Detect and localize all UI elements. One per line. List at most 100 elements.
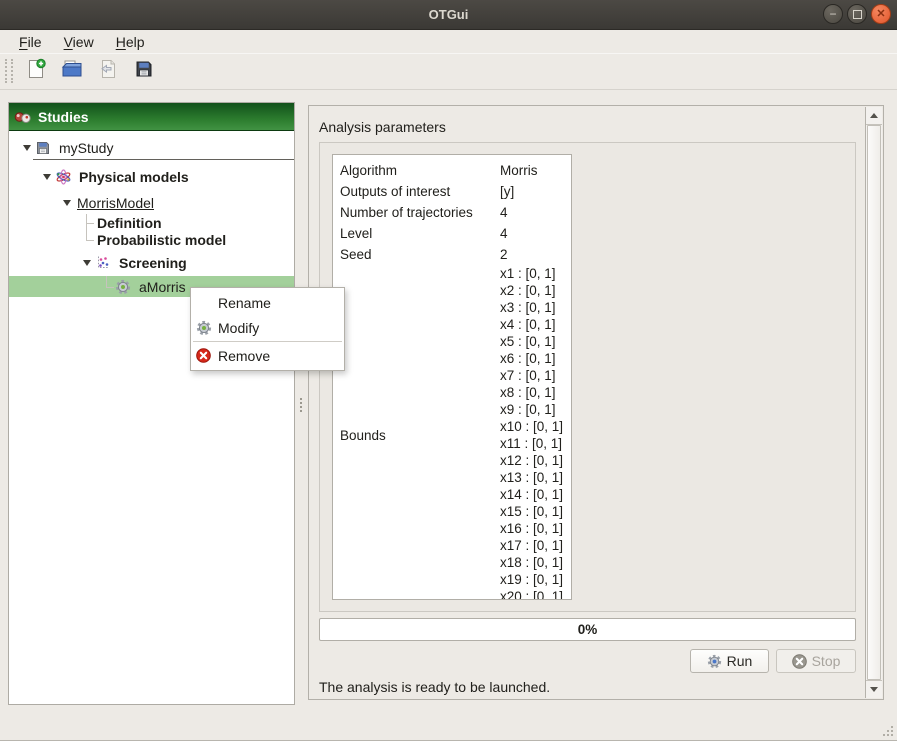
vertical-scrollbar[interactable] (865, 107, 882, 698)
branch-line (79, 231, 95, 248)
tree-item-label: Probabilistic model (95, 232, 226, 248)
context-menu-item-label: Rename (218, 295, 271, 311)
parameter-value: [y] (500, 184, 514, 199)
scrollbar-thumb[interactable] (867, 125, 881, 680)
splitter-handle-icon (300, 398, 302, 414)
branch-line (79, 214, 95, 231)
toolbar-drag-handle[interactable] (5, 59, 13, 83)
tree-item-label: Screening (117, 255, 187, 271)
bound-value: x12 : [0, 1] (500, 452, 563, 469)
bound-value: x9 : [0, 1] (500, 401, 563, 418)
tree-item-label: Definition (95, 215, 162, 231)
menubar: FileViewHelp (0, 30, 897, 53)
status-message: The analysis is ready to be launched. (319, 679, 550, 695)
parameters-table: AlgorithmMorrisOutputs of interest[y]Num… (332, 154, 572, 600)
tree-item-probabilistic-model[interactable]: Probabilistic model (9, 231, 294, 248)
branch-line (99, 276, 115, 297)
expander-icon[interactable] (19, 136, 35, 160)
progress-bar: 0% (319, 618, 856, 641)
save-study-button[interactable] (129, 56, 159, 86)
bound-value: x2 : [0, 1] (500, 282, 563, 299)
tree-item-mystudy[interactable]: myStudy (9, 136, 294, 160)
remove-icon (196, 348, 218, 363)
studies-panel: Studies myStudy Physical models MorrisMode… (8, 102, 295, 705)
tree-item-physical-models[interactable]: Physical models (9, 166, 294, 188)
expander-icon[interactable] (39, 166, 55, 188)
scroll-up-button[interactable] (866, 107, 882, 125)
parameter-row: Seed2 (333, 244, 571, 265)
tree-item-label: aMorris (137, 279, 186, 295)
parameter-row: Number of trajectories4 (333, 202, 571, 223)
maximize-button[interactable] (847, 4, 867, 24)
context-menu: Rename Modify Remove (190, 287, 345, 371)
bound-value: x16 : [0, 1] (500, 520, 563, 537)
run-button[interactable]: Run (690, 649, 769, 673)
expander-icon[interactable] (59, 192, 75, 214)
run-button-label: Run (727, 653, 753, 669)
studies-header-label: Studies (38, 109, 89, 125)
parameter-label: Level (340, 226, 500, 241)
menu-separator (193, 341, 342, 342)
maximize-icon (853, 10, 862, 19)
otgui-window: OTGui − ✕ FileViewHelp Studies myStudy Ph… (0, 0, 897, 741)
run-gear-icon (707, 654, 722, 669)
minimize-button[interactable]: − (823, 4, 843, 24)
parameter-row: Outputs of interest[y] (333, 181, 571, 202)
bound-value: x13 : [0, 1] (500, 469, 563, 486)
tree-item-label: myStudy (57, 140, 113, 156)
stop-button[interactable]: Stop (776, 649, 856, 673)
open-study-button[interactable] (57, 56, 87, 86)
titlebar[interactable]: OTGui − ✕ (0, 0, 897, 30)
context-menu-remove[interactable]: Remove (191, 343, 344, 368)
menu-help[interactable]: Help (105, 32, 156, 52)
studies-tree: myStudy Physical models MorrisModelDefinit… (9, 136, 294, 297)
scroll-down-button[interactable] (866, 680, 882, 698)
parameter-row: AlgorithmMorris (333, 160, 571, 181)
studies-icon (14, 109, 32, 125)
context-menu-rename[interactable]: Rename (191, 290, 344, 315)
bound-value: x4 : [0, 1] (500, 316, 563, 333)
parameter-row: Level4 (333, 223, 571, 244)
window-title: OTGui (429, 7, 469, 22)
close-button[interactable]: ✕ (871, 4, 891, 24)
open-study-icon (60, 58, 84, 85)
scatter-icon (95, 255, 113, 271)
new-study-button[interactable] (21, 56, 51, 86)
bound-value: x1 : [0, 1] (500, 265, 563, 282)
tree-item-label: Physical models (77, 169, 189, 185)
bounds-values: x1 : [0, 1]x2 : [0, 1]x3 : [0, 1]x4 : [0… (500, 265, 563, 600)
stop-icon (792, 654, 807, 669)
menu-view[interactable]: View (53, 32, 105, 52)
menu-file[interactable]: File (8, 32, 53, 52)
tree-item-definition[interactable]: Definition (9, 214, 294, 231)
bounds-row: Bounds x1 : [0, 1]x2 : [0, 1]x3 : [0, 1]… (333, 265, 571, 600)
stop-button-label: Stop (812, 653, 841, 669)
bound-value: x18 : [0, 1] (500, 554, 563, 571)
window-controls: − ✕ (823, 4, 891, 24)
gear-icon (115, 279, 133, 295)
bound-value: x6 : [0, 1] (500, 350, 563, 367)
analysis-parameters-title: Analysis parameters (319, 119, 446, 135)
import-script-icon (97, 58, 119, 85)
parameter-label: Algorithm (340, 163, 500, 178)
tree-item-morrismodel[interactable]: MorrisModel (9, 192, 294, 214)
parameter-label: Outputs of interest (340, 184, 500, 199)
import-script-button[interactable] (93, 56, 123, 86)
new-study-icon (25, 58, 47, 85)
parameter-label: Number of trajectories (340, 205, 500, 220)
progress-value: 0% (578, 622, 598, 637)
context-menu-modify[interactable]: Modify (191, 315, 344, 340)
bounds-label: Bounds (340, 428, 386, 443)
atom-icon (55, 169, 73, 185)
toolbar (0, 53, 897, 90)
bound-value: x17 : [0, 1] (500, 537, 563, 554)
tree-item-screening[interactable]: Screening (9, 252, 294, 274)
parameter-label: Seed (340, 247, 500, 262)
resize-grip[interactable] (881, 724, 895, 738)
expander-icon[interactable] (79, 252, 95, 274)
studies-header: Studies (9, 103, 294, 131)
panel-splitter[interactable] (296, 102, 307, 705)
parameter-value: 4 (500, 205, 508, 220)
bound-value: x8 : [0, 1] (500, 384, 563, 401)
analysis-parameters-groupbox: AlgorithmMorrisOutputs of interest[y]Num… (319, 142, 856, 612)
